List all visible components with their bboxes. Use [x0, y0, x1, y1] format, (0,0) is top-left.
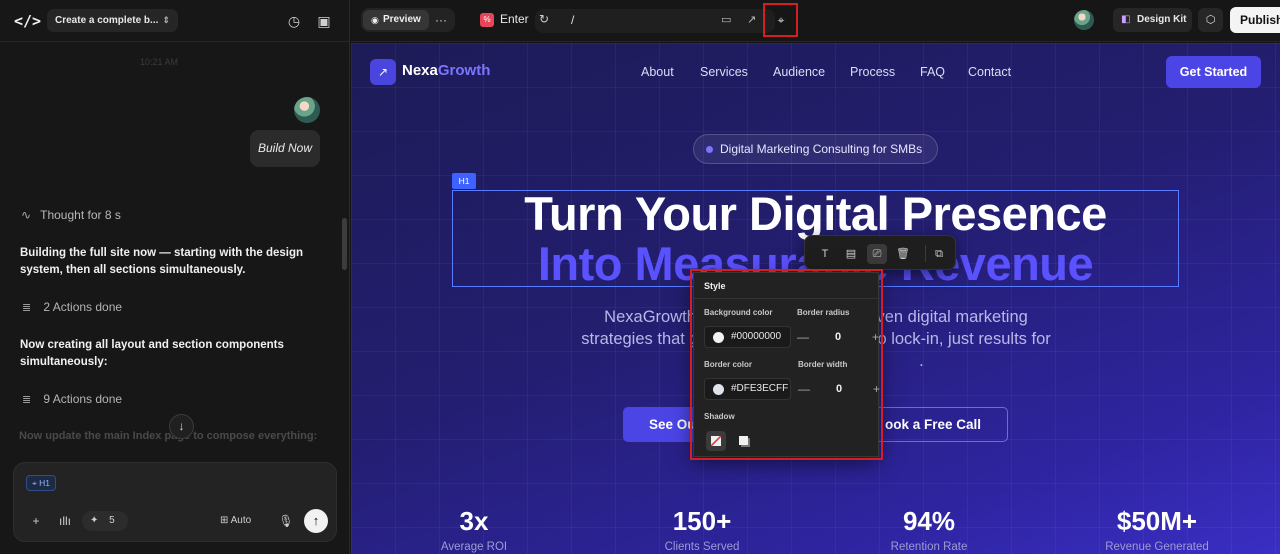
brand-accent: Growth	[437, 62, 491, 79]
nav-audience[interactable]: Audience	[773, 65, 825, 79]
sidebar-toggle-icon[interactable]: ▣	[316, 13, 332, 29]
open-external-icon[interactable]: ↗	[747, 13, 756, 26]
voice-wave-icon[interactable]: ıllı	[56, 511, 74, 531]
layout-icon[interactable]: ▤	[841, 244, 861, 264]
device-icon[interactable]: ▭	[721, 13, 731, 26]
page-favicon-icon: %	[480, 13, 494, 27]
cube-icon[interactable]: ⬡	[1198, 8, 1223, 32]
actions-summary[interactable]: ≣ 2 Actions done	[22, 300, 122, 314]
style-brush-icon[interactable]: ⎚	[867, 244, 887, 264]
scroll-down-button[interactable]: ↓	[169, 414, 194, 439]
nav-process[interactable]: Process	[850, 65, 895, 79]
nav-faq[interactable]: FAQ	[920, 65, 945, 79]
more-options-icon[interactable]: ···	[435, 10, 447, 30]
stat-item: $50M+ Revenue Generated	[1072, 505, 1242, 553]
selected-element-chip[interactable]: ⌖ H1	[26, 475, 57, 491]
chip-label: H1	[39, 478, 51, 488]
message-timestamp: 10:21 AM	[140, 57, 179, 67]
app-root: </> Create a complete b... ⇕ ◷ ▣ 10:21 A…	[0, 0, 1280, 554]
url-bar[interactable]: ↻ / ▭ ↗	[535, 9, 775, 33]
brand-primary: Nexa	[402, 62, 438, 79]
chat-panel: </> Create a complete b... ⇕ ◷ ▣ 10:21 A…	[0, 0, 350, 554]
grid-icon: ⊞	[220, 515, 229, 526]
actions-summary[interactable]: ≣ 9 Actions done	[22, 392, 122, 406]
actions-label: 9 Actions done	[43, 392, 123, 406]
app-logo-icon[interactable]: </>	[14, 11, 41, 31]
preview-button[interactable]: ◉ Preview	[363, 10, 429, 30]
credits-count: 5	[109, 515, 115, 526]
trend-up-icon: ↗	[370, 59, 396, 85]
thought-label: Thought for 8 s	[40, 208, 121, 222]
stat-item: 94% Retention Rate	[844, 505, 1014, 553]
brand-logo[interactable]: NexaGrowth	[402, 62, 490, 79]
add-icon[interactable]: +	[28, 511, 44, 531]
user-avatar	[294, 97, 320, 123]
assistant-message: Now creating all layout and section comp…	[20, 339, 284, 368]
stat-label: Retention Rate	[890, 541, 968, 553]
get-started-button[interactable]: Get Started	[1166, 56, 1261, 88]
stat-value: 94%	[902, 506, 956, 536]
chevron-updown-icon: ⇕	[162, 15, 170, 25]
checklist-icon: ≣	[22, 302, 32, 314]
project-selector[interactable]: Create a complete b... ⇕	[47, 9, 178, 32]
stat-value: 150+	[672, 506, 732, 536]
badge-label: Digital Marketing Consulting for SMBs	[720, 142, 923, 156]
actions-label: 2 Actions done	[43, 300, 123, 314]
palette-icon: ◧	[1121, 14, 1131, 25]
url-path: /	[571, 13, 575, 27]
account-avatar[interactable]	[1074, 10, 1094, 30]
activity-icon: ∿	[21, 208, 32, 222]
book-call-button[interactable]: ook a Free Call	[871, 407, 1008, 442]
nav-contact[interactable]: Contact	[968, 65, 1011, 79]
credits-chip[interactable]: ✦ 5	[82, 511, 128, 531]
toolbar-divider	[925, 245, 926, 262]
nav-about[interactable]: About	[641, 65, 674, 79]
history-icon[interactable]: ◷	[286, 13, 302, 29]
eye-icon: ◉	[371, 15, 379, 25]
text-icon[interactable]: T	[815, 244, 835, 264]
microphone-icon[interactable]: 🎙	[278, 511, 294, 531]
publish-button[interactable]: Publish	[1230, 7, 1280, 33]
preview-label: Preview	[383, 14, 421, 25]
assistant-message: Building the full site now — starting wi…	[20, 247, 304, 276]
stat-label: Revenue Generated	[1105, 541, 1209, 553]
badge-dot	[706, 146, 713, 153]
chat-scrollbar[interactable]	[342, 218, 347, 270]
page-name: Enter	[500, 12, 529, 26]
hero-title-line-1[interactable]: Turn Your Digital Presence	[452, 189, 1179, 239]
stat-value: 3x	[459, 506, 489, 536]
design-kit-button[interactable]: ◧ Design Kit	[1113, 8, 1192, 32]
design-kit-label: Design Kit	[1137, 14, 1187, 25]
trash-icon[interactable]: 🗑	[893, 244, 913, 264]
stat-item: 3x Average ROI	[389, 505, 559, 553]
user-message-bubble: Build Now	[250, 130, 320, 167]
chat-composer[interactable]: ⌖ H1 + ıllı ✦ 5 ⊞ Auto 🎙 ↑	[13, 462, 337, 542]
highlight-box	[763, 3, 798, 37]
mode-selector[interactable]: ⊞ Auto	[220, 511, 251, 531]
checklist-icon: ≣	[22, 394, 32, 406]
chat-header: </> Create a complete b... ⇕ ◷ ▣	[0, 0, 349, 42]
stat-value: $50M+	[1116, 506, 1198, 536]
preview-toolbar: ◉ Preview ··· % Enter ↻ / ▭ ↗ ⌖ ◧ Design…	[351, 0, 1280, 42]
project-title: Create a complete b...	[55, 15, 159, 26]
stat-item: 150+ Clients Served	[617, 505, 787, 553]
stat-label: Clients Served	[664, 541, 740, 553]
copy-icon[interactable]: ⧉	[929, 244, 949, 264]
highlight-box	[690, 269, 883, 460]
hero-badge: Digital Marketing Consulting for SMBs	[693, 134, 938, 164]
mode-label: Auto	[230, 515, 252, 526]
selection-tag: H1	[452, 173, 476, 189]
stat-label: Average ROI	[440, 541, 508, 553]
element-toolbar: T ▤ ⎚ 🗑 ⧉	[804, 235, 956, 270]
send-button[interactable]: ↑	[304, 509, 328, 533]
thought-indicator[interactable]: ∿ Thought for 8 s	[21, 208, 121, 222]
preview-toggle-group: ◉ Preview ···	[361, 8, 455, 32]
nav-services[interactable]: Services	[700, 65, 748, 79]
reload-icon[interactable]: ↻	[539, 12, 549, 26]
